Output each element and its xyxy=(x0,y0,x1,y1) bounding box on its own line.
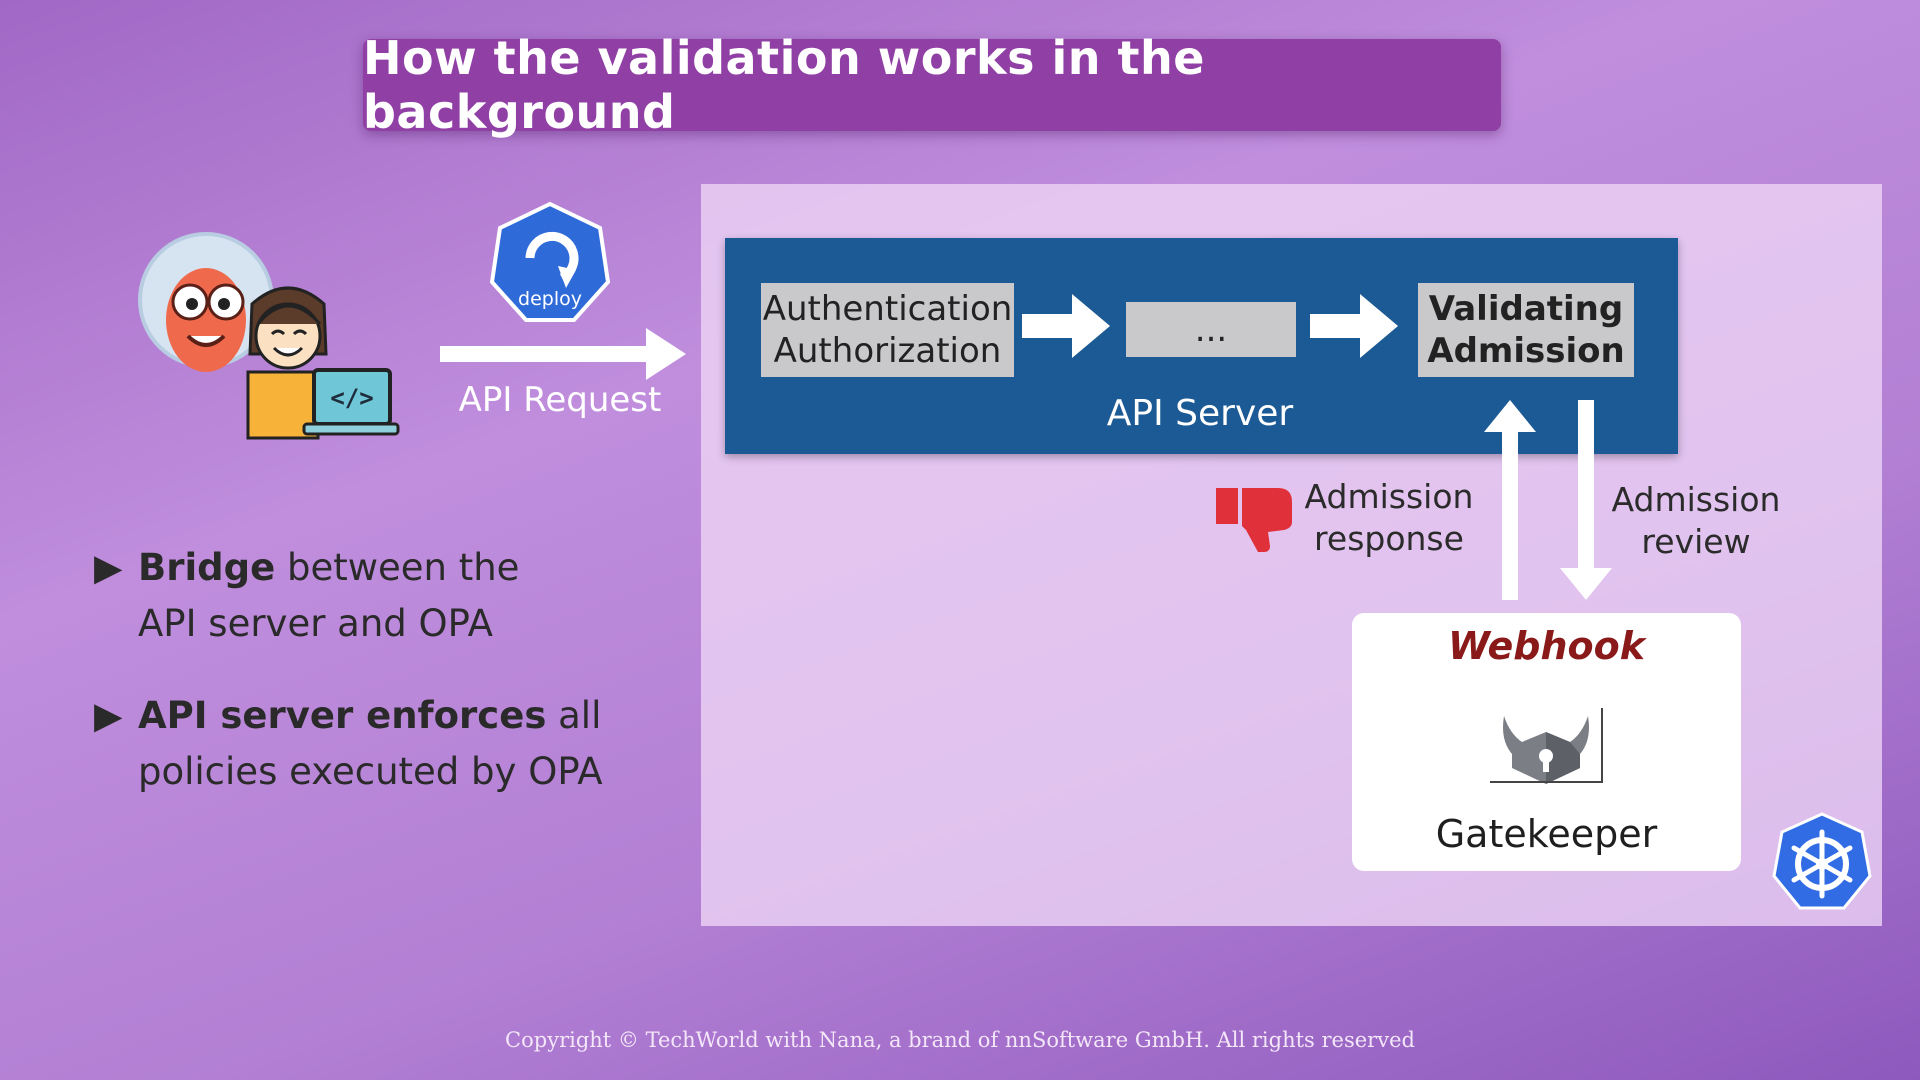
admission-response-line-1: Admission xyxy=(1304,477,1474,516)
validating-line-1: Validating xyxy=(1428,289,1624,329)
deploy-icon-label: deploy xyxy=(518,288,582,310)
bullet-triangle-icon: ▶ xyxy=(94,546,123,589)
auth-line-2: Authorization xyxy=(773,331,1002,371)
auth-line-1: Authentication xyxy=(762,289,1013,329)
validating-admission-step: Validating Admission xyxy=(1418,283,1634,377)
bullet-triangle-icon: ▶ xyxy=(94,694,123,737)
gatekeeper-icon xyxy=(1490,708,1603,784)
bullet-text: all xyxy=(546,694,602,737)
api-server-label: API Server xyxy=(1106,393,1294,434)
bullet-bold-text: Bridge xyxy=(138,546,276,589)
admission-response-arrow xyxy=(1484,400,1536,600)
admission-review-line-1: Admission xyxy=(1611,480,1781,519)
api-request-arrow xyxy=(440,328,686,380)
admission-response-line-2: response xyxy=(1314,519,1464,558)
intermediate-steps-box: ... xyxy=(1126,302,1296,357)
arrow-right-icon xyxy=(1022,294,1110,358)
developer-laptop-icon: </> xyxy=(246,286,400,440)
kubernetes-icon xyxy=(1772,812,1872,910)
arrow-right-icon xyxy=(1310,294,1398,358)
bullet-text: policies executed by OPA xyxy=(138,750,603,793)
thumbs-down-icon xyxy=(1216,488,1292,552)
api-request-label: API Request xyxy=(458,380,662,420)
copyright-notice: Copyright © TechWorld with Nana, a brand… xyxy=(505,1028,1415,1052)
admission-review-label: Admission review xyxy=(1606,479,1786,563)
validating-line-2: Admission xyxy=(1427,331,1625,371)
svg-text:</>: </> xyxy=(330,384,373,412)
ellipsis-text: ... xyxy=(1194,309,1228,350)
bullet-text: between the xyxy=(275,546,520,589)
bullet-text: API server and OPA xyxy=(138,602,493,645)
bullet-bold-text: API server enforces xyxy=(138,694,547,737)
gatekeeper-label: Gatekeeper xyxy=(1435,812,1658,856)
admission-response-label: Admission response xyxy=(1294,476,1484,560)
title-banner: How the validation works in the backgrou… xyxy=(363,31,1501,139)
authentication-authorization-step: Authentication Authorization xyxy=(761,283,1014,377)
slide-title: How the validation works in the backgrou… xyxy=(363,31,1205,139)
admission-review-line-2: review xyxy=(1641,522,1751,561)
webhook-title: Webhook xyxy=(1448,624,1645,668)
